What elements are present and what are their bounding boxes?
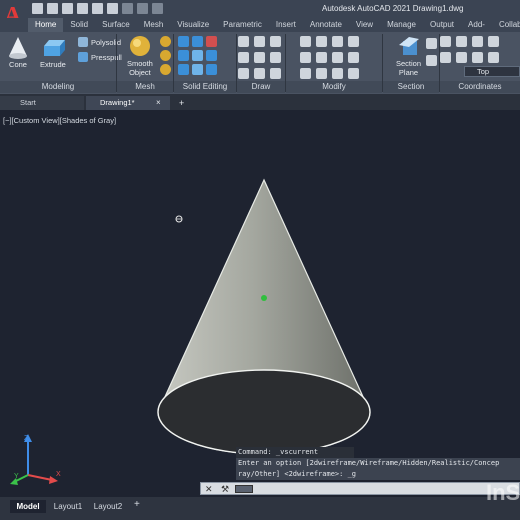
svg-text:Z: Z bbox=[24, 435, 29, 442]
command-input-field[interactable] bbox=[235, 485, 253, 493]
svg-text:Y: Y bbox=[14, 473, 19, 480]
svg-text:X: X bbox=[56, 471, 61, 478]
cone-solid[interactable] bbox=[157, 178, 371, 455]
command-line[interactable]: ✕ ⚒ bbox=[200, 482, 520, 495]
layout1-tab[interactable]: Layout1 bbox=[50, 500, 86, 513]
command-history-line: Enter an option [2dwireframe/Wireframe/H… bbox=[236, 458, 520, 469]
close-command-line-icon[interactable]: ✕ bbox=[205, 483, 213, 495]
ucs-axes-icon: Z X Y bbox=[10, 434, 61, 485]
watermark-logo: InS bbox=[486, 480, 520, 505]
cone-base[interactable] bbox=[157, 369, 371, 455]
customize-wrench-icon[interactable]: ⚒ bbox=[221, 483, 229, 495]
command-history-line: ray/Other] <2dwireframe>: _g bbox=[236, 469, 520, 480]
orbit-cursor-icon bbox=[175, 215, 183, 223]
scene: Z X Y bbox=[10, 178, 371, 485]
center-grip-icon[interactable] bbox=[261, 295, 267, 301]
layout2-tab[interactable]: Layout2 bbox=[90, 500, 126, 513]
command-history-line: Command: _vscurrent bbox=[236, 447, 354, 458]
model-tab[interactable]: Model bbox=[10, 500, 46, 513]
viewport-controls-label[interactable]: [−][Custom View][Shades of Gray] bbox=[3, 116, 116, 125]
command-history: Command: _vscurrent Enter an option [2dw… bbox=[236, 447, 520, 480]
add-layout-icon[interactable]: + bbox=[134, 499, 140, 510]
